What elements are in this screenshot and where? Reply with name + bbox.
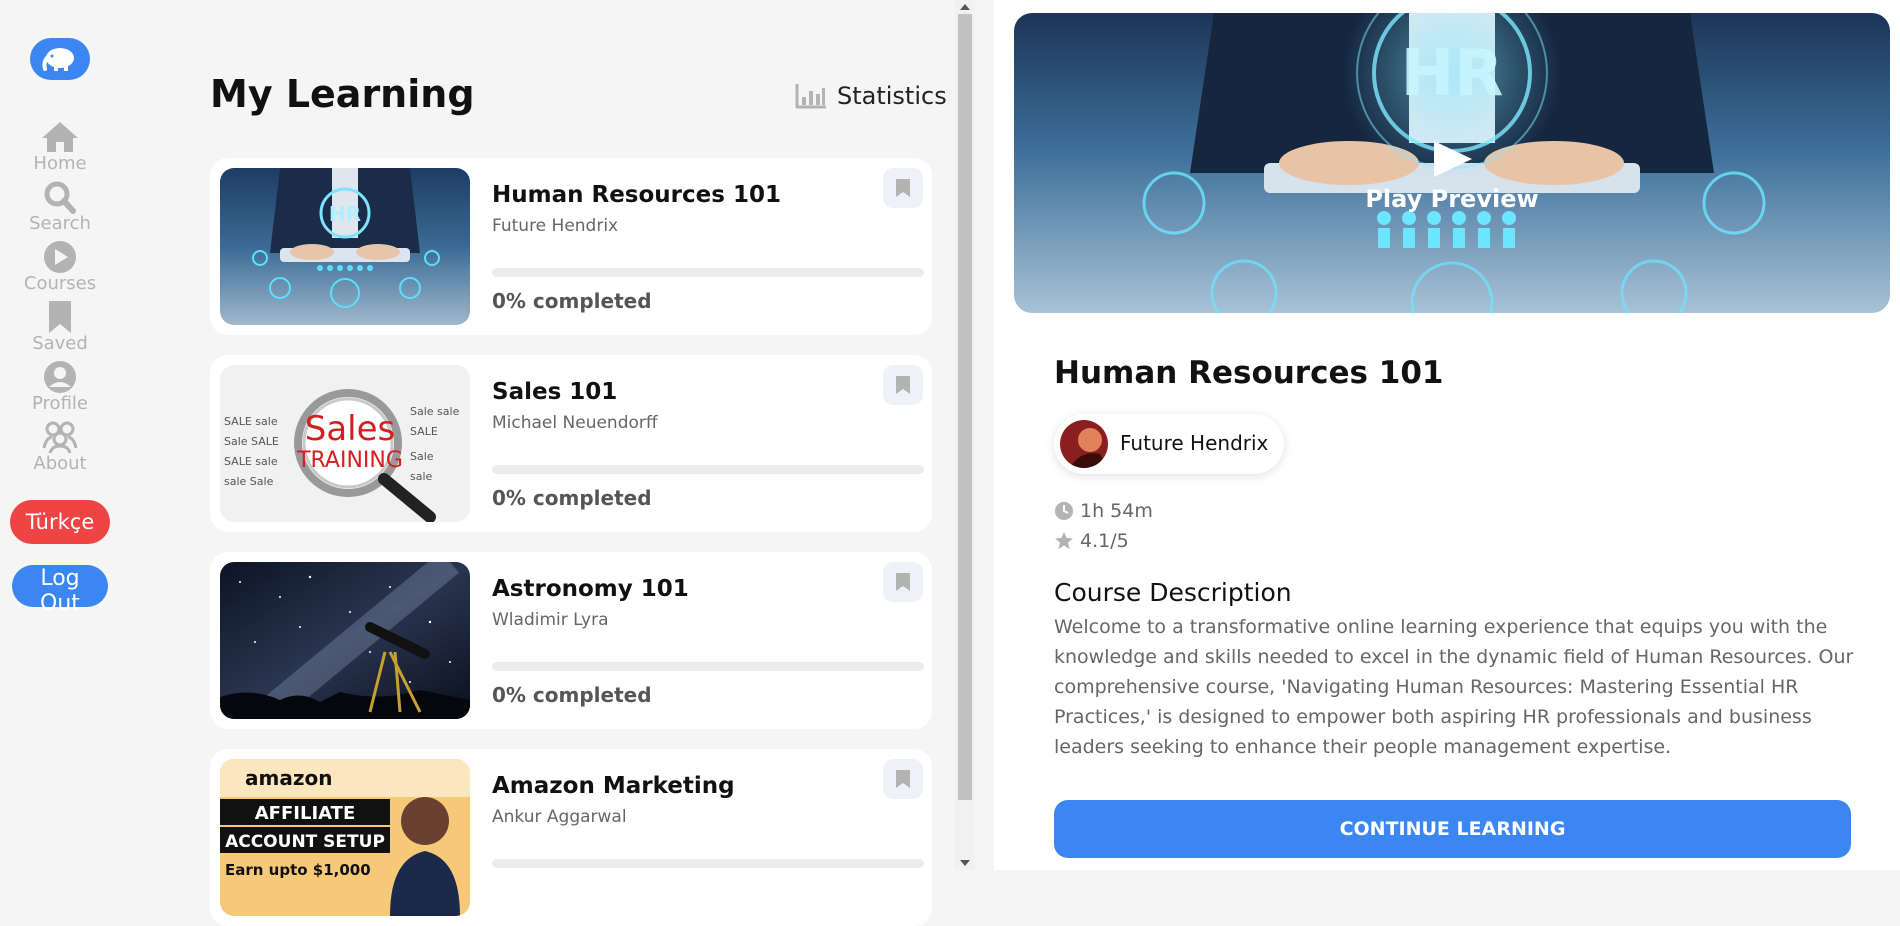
svg-text:Sale: Sale [410, 450, 434, 463]
scroll-down-arrow[interactable] [960, 860, 970, 866]
nav-home[interactable]: Home [0, 120, 120, 174]
scrollbar[interactable] [955, 0, 975, 870]
bookmark-button[interactable] [883, 759, 923, 799]
course-author: Ankur Aggarwal [492, 807, 627, 827]
nav-about[interactable]: About [0, 420, 120, 474]
scroll-up-arrow[interactable] [960, 4, 970, 10]
course-detail-panel: HR Play Preview Human Resources 101 Futu… [994, 0, 1900, 870]
play-circle-icon [44, 241, 76, 273]
bookmark-button[interactable] [883, 562, 923, 602]
nav-courses-label: Courses [23, 273, 97, 294]
course-card[interactable]: HR Human Resources 101 Future Hendrix 0%… [210, 158, 932, 335]
nav-search-label: Search [29, 213, 91, 234]
course-author: Michael Neuendorff [492, 413, 658, 433]
progress-bar [492, 662, 924, 671]
nav-saved[interactable]: Saved [0, 300, 120, 354]
continue-learning-button[interactable]: CONTINUE LEARNING [1054, 800, 1851, 858]
course-thumbnail: HR [220, 168, 470, 325]
search-icon [44, 181, 76, 214]
bookmark-icon [896, 376, 910, 394]
description-text: Welcome to a transformative online learn… [1054, 616, 1854, 758]
course-thumbnail [220, 562, 470, 719]
nav-profile[interactable]: Profile [0, 360, 120, 414]
duration-text: 1h 54m [1080, 500, 1153, 522]
preview-video[interactable]: HR Play Preview [1014, 13, 1890, 313]
bar-chart-icon [795, 84, 826, 109]
bookmark-icon [896, 573, 910, 591]
description-heading: Course Description [1054, 578, 1292, 607]
svg-text:SALE sale: SALE sale [224, 415, 278, 428]
instructor-name: Future Hendrix [1120, 431, 1269, 455]
rating-row: 4.1/5 [1054, 530, 1129, 552]
thumb-line-3: ACCOUNT SETUP [225, 832, 385, 852]
progress-text: 0% completed [492, 289, 652, 313]
course-title: Sales 101 [492, 379, 618, 405]
nav-profile-label: Profile [32, 393, 88, 414]
bookmark-icon [896, 770, 910, 788]
elephant-icon [42, 48, 74, 71]
nav-search[interactable]: Search [0, 180, 120, 234]
course-card[interactable]: Astronomy 101 Wladimir Lyra 0% completed [210, 552, 932, 729]
rating-text: 4.1/5 [1080, 530, 1129, 552]
progress-text: 0% completed [492, 683, 652, 707]
nav-about-label: About [33, 453, 87, 474]
thumb-line-2: AFFILIATE [255, 803, 356, 824]
thumb-text: Sales [305, 409, 396, 449]
svg-text:Sale SALE: Sale SALE [224, 435, 279, 448]
course-author: Wladimir Lyra [492, 610, 609, 630]
svg-text:SALE sale: SALE sale [224, 455, 278, 468]
course-thumbnail: amazon AFFILIATE ACCOUNT SETUP Earn upto… [220, 759, 470, 916]
scroll-thumb[interactable] [958, 14, 972, 800]
bookmark-button[interactable] [883, 365, 923, 405]
thumb-text: HR [329, 202, 361, 226]
statistics-link[interactable]: Statistics [795, 82, 947, 110]
instructor-chip[interactable]: Future Hendrix [1054, 414, 1284, 474]
page-title: My Learning [210, 72, 475, 116]
star-icon [1055, 532, 1073, 549]
duration-row: 1h 54m [1054, 500, 1153, 522]
sidebar: Home Search Courses Saved Profile About … [0, 0, 120, 870]
course-title: Amazon Marketing [492, 773, 735, 799]
svg-text:SALE: SALE [410, 425, 438, 438]
nav-saved-label: Saved [32, 333, 88, 354]
svg-text:Sale sale: Sale sale [410, 405, 460, 418]
preview-thumb-text: HR [1401, 37, 1504, 111]
progress-bar [492, 268, 924, 277]
app-logo[interactable] [30, 38, 90, 80]
nav-courses[interactable]: Courses [0, 240, 120, 294]
progress-bar [492, 859, 924, 868]
course-thumbnail: SALE sale Sale SALE SALE sale sale Sale Sal… [220, 365, 470, 522]
course-author: Future Hendrix [492, 216, 619, 236]
language-toggle-button[interactable]: Türkçe [10, 500, 110, 544]
thumb-line-1: amazon [245, 766, 332, 790]
bookmark-button[interactable] [883, 168, 923, 208]
my-learning-panel: My Learning Statistics HR Human Resource… [120, 0, 955, 926]
logout-button[interactable]: Log Out [12, 565, 108, 616]
course-card[interactable]: SALE sale Sale SALE SALE sale sale Sale Sal… [210, 355, 932, 532]
user-circle-icon [44, 361, 76, 393]
svg-text:sale: sale [410, 470, 433, 483]
bookmark-icon [49, 301, 71, 333]
thumb-text-2: TRAINING [296, 448, 403, 473]
home-icon [42, 122, 78, 152]
detail-course-title: Human Resources 101 [1054, 355, 1444, 391]
thumb-line-4: Earn upto $1,000 [225, 861, 371, 879]
course-card[interactable]: amazon AFFILIATE ACCOUNT SETUP Earn upto… [210, 749, 932, 926]
course-title: Astronomy 101 [492, 576, 689, 602]
nav-home-label: Home [33, 153, 87, 174]
progress-bar [492, 465, 924, 474]
play-preview-label: Play Preview [1365, 185, 1539, 213]
svg-text:sale Sale: sale Sale [224, 475, 274, 488]
clock-icon [1055, 502, 1073, 520]
progress-text: 0% completed [492, 486, 652, 510]
bookmark-icon [896, 179, 910, 197]
avatar [1060, 420, 1108, 468]
statistics-label: Statistics [837, 82, 947, 110]
users-icon [42, 421, 78, 454]
course-title: Human Resources 101 [492, 182, 781, 208]
